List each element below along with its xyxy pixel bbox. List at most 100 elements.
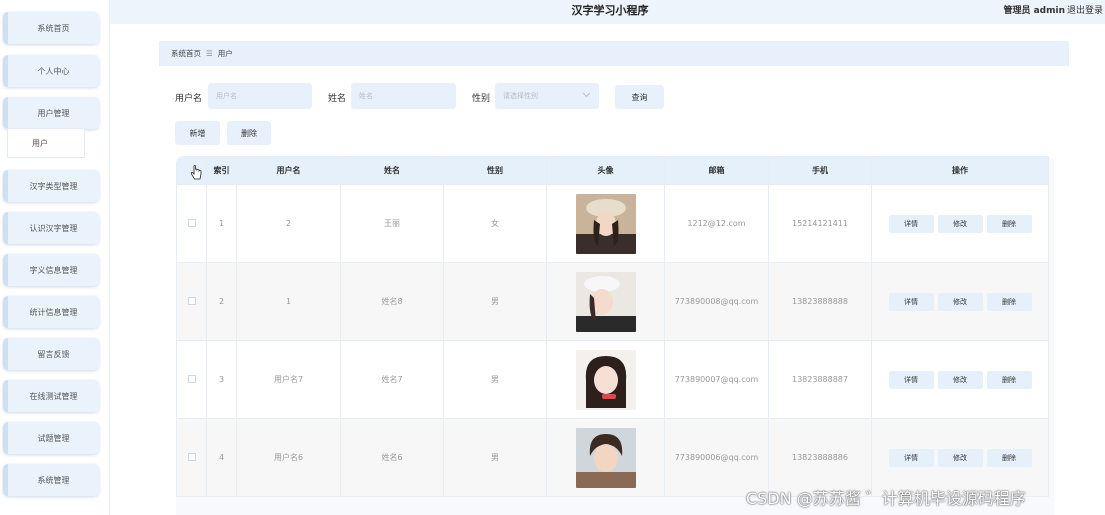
avatar [575,349,636,410]
sidebar-item-label: 系统管理 [37,475,70,485]
table-row: 1 2 王丽 女 1212@12.com 15214121411 详情 修改 删… [176,184,1049,263]
cell-gender: 男 [443,340,547,419]
header-actions: 操作 [871,156,1049,185]
sidebar-item-label: 用户管理 [37,108,70,118]
sidebar-item-label: 字义信息管理 [29,265,78,275]
top-bar: 汉字学习小程序 管理员 admin 退出登录 [110,0,1105,24]
row-checkbox[interactable] [187,296,196,305]
breadcrumb-separator-icon: ☰ [206,49,213,58]
edit-button[interactable]: 修改 [937,214,983,233]
cell-actions: 详情 修改 删除 [871,184,1049,263]
header-email: 邮箱 [664,156,769,185]
detail-button[interactable]: 详情 [888,214,934,233]
cell-gender: 男 [443,262,547,341]
chevron-down-icon [582,89,591,98]
cell-username: 用户名7 [236,340,341,419]
sidebar-item-label: 试题管理 [37,433,70,443]
avatar [575,271,636,332]
row-checkbox-cell [176,418,207,497]
cell-avatar [546,340,665,419]
cell-phone: 15214121411 [768,184,872,263]
row-checkbox-cell [176,262,207,341]
row-checkbox[interactable] [187,374,196,383]
name-input[interactable] [351,83,456,109]
header-username: 用户名 [236,156,341,185]
cell-index: 4 [206,418,237,497]
sidebar-item-feedback[interactable]: 留言反馈 [3,338,99,370]
sidebar-item-label: 在线测试管理 [29,391,78,401]
admin-label: 管理员 admin [1003,6,1065,16]
detail-button[interactable]: 详情 [888,448,934,467]
row-checkbox[interactable] [187,452,196,461]
sidebar-item-home[interactable]: 系统首页 [3,12,99,44]
breadcrumb-home[interactable]: 系统首页 [171,48,201,59]
delete-button[interactable]: 删除 [986,214,1032,233]
name-label: 姓名 [328,94,347,104]
row-checkbox[interactable] [187,218,196,227]
app-title: 汉字学习小程序 [571,4,649,17]
header-index: 索引 [206,156,237,185]
sidebar: 系统首页 个人中心 用户管理 用户 汉字类型管理 认识汉字管理 字义信息管理 统… [0,0,110,515]
header-avatar: 头像 [546,156,665,185]
row-checkbox-cell [176,340,207,419]
avatar [575,193,636,254]
edit-button[interactable]: 修改 [937,292,983,311]
sidebar-item-label: 认识汉字管理 [29,223,78,233]
cell-actions: 详情 修改 删除 [871,340,1049,419]
sidebar-item-questions[interactable]: 试题管理 [3,422,99,454]
logout-link[interactable]: 退出登录 [1067,3,1103,16]
query-button[interactable]: 查询 [615,85,664,109]
username-label: 用户名 [175,94,203,104]
username-input[interactable] [208,83,312,109]
gender-select-placeholder: 请选择性别 [503,92,538,100]
hand-cursor-icon [190,165,202,184]
delete-button[interactable]: 删除 [986,292,1032,311]
user-table: 索引 用户名 姓名 性别 头像 邮箱 手机 操作 1 2 王丽 女 1212@1… [176,156,1054,515]
sidebar-item-user-management[interactable]: 用户管理 [3,97,99,129]
header-phone: 手机 [768,156,872,185]
table-row: 3 用户名7 姓名7 男 773890007@qq.com 1382388888… [176,340,1049,419]
cell-phone: 13823888887 [768,340,872,419]
sidebar-item-character-type[interactable]: 汉字类型管理 [3,170,99,202]
cell-actions: 详情 修改 删除 [871,262,1049,341]
sidebar-item-personal-center[interactable]: 个人中心 [3,55,99,87]
row-checkbox-cell [176,184,207,263]
cell-index: 1 [206,184,237,263]
delete-button[interactable]: 删除 [986,448,1032,467]
sidebar-item-label: 个人中心 [37,66,70,76]
cell-gender: 女 [443,184,547,263]
header-gender: 性别 [443,156,547,185]
cell-email: 1212@12.com [664,184,769,263]
sidebar-item-learn-characters[interactable]: 认识汉字管理 [3,212,99,244]
delete-button[interactable]: 删除 [986,370,1032,389]
sidebar-item-label: 留言反馈 [37,349,70,359]
sidebar-item-system[interactable]: 系统管理 [3,464,99,496]
gender-label: 性别 [472,94,491,104]
cell-phone: 13823888888 [768,262,872,341]
sidebar-item-meaning-info[interactable]: 字义信息管理 [3,254,99,286]
avatar [575,427,636,488]
cell-name: 王丽 [340,184,444,263]
sidebar-subitem-label: 用户 [32,138,48,148]
cell-username: 2 [236,184,341,263]
gender-select[interactable]: 请选择性别 [495,83,599,109]
cell-avatar [546,184,665,263]
cell-username: 1 [236,262,341,341]
edit-button[interactable]: 修改 [937,448,983,467]
cell-email: 773890007@qq.com [664,340,769,419]
sidebar-item-online-test[interactable]: 在线测试管理 [3,380,99,412]
cell-username: 用户名6 [236,418,341,497]
edit-button[interactable]: 修改 [937,370,983,389]
sidebar-item-statistics[interactable]: 统计信息管理 [3,296,99,328]
cell-email: 773890008@qq.com [664,262,769,341]
cell-name: 姓名6 [340,418,444,497]
cell-avatar [546,418,665,497]
breadcrumb: 系统首页 ☰ 用户 [159,41,1069,66]
detail-button[interactable]: 详情 [888,292,934,311]
detail-button[interactable]: 详情 [888,370,934,389]
batch-delete-button[interactable]: 删除 [227,121,271,145]
cell-name: 姓名8 [340,262,444,341]
sidebar-subitem-user[interactable]: 用户 [7,128,85,158]
cell-index: 2 [206,262,237,341]
add-button[interactable]: 新增 [175,121,220,145]
